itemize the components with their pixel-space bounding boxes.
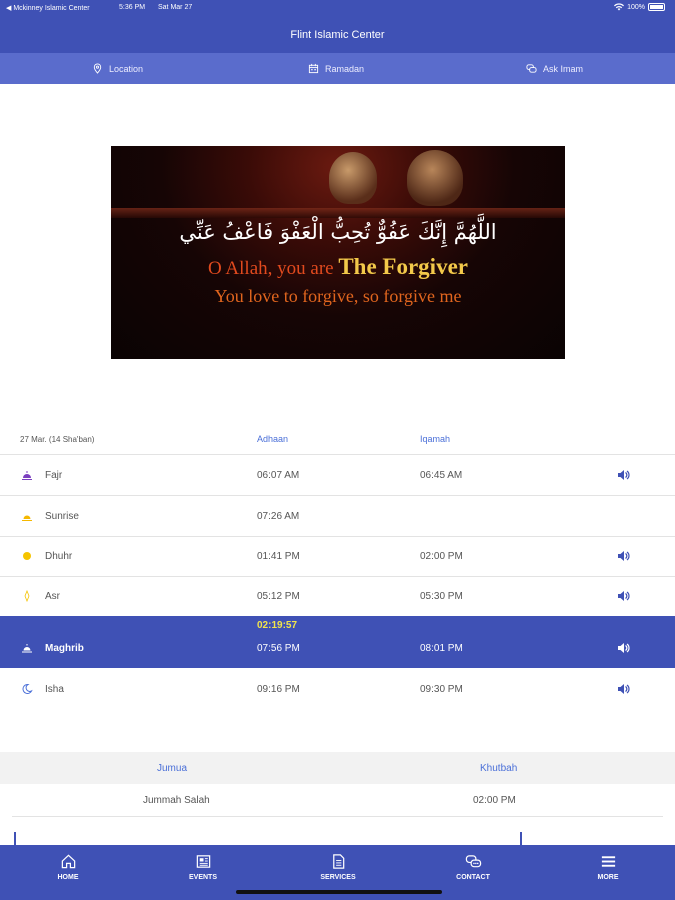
adhaan-time: 05:12 PM [257,591,300,602]
speaker-icon[interactable] [616,468,630,482]
sun-icon [23,552,31,560]
adhaan-time: 09:16 PM [257,684,300,695]
banner-line-1: O Allah, you are The Forgiver [111,254,565,280]
iqamah-time: 06:45 AM [420,470,463,481]
page-title: Flint Islamic Center [290,29,385,41]
battery-icon [648,3,665,11]
iqamah-time: 08:01 PM [420,643,463,654]
status-time: 5:36 PM [119,4,146,11]
chat-bubbles-icon [465,855,481,868]
khutbah-time: 02:00 PM [473,795,516,806]
prayer-row-fajr[interactable]: Fajr 06:07 AM 06:45 AM [0,455,675,495]
location-button[interactable]: Location [92,63,143,74]
ramadan-label: Ramadan [325,63,365,74]
speaker-icon[interactable] [616,549,630,563]
map-pin-icon [93,63,102,74]
prayer-name: Fajr [45,470,63,481]
prayer-row-maghrib[interactable]: 02:19:57 Maghrib 07:56 PM 08:01 PM [0,616,675,668]
wifi-icon [614,3,625,11]
jumua-name: Jummah Salah [143,795,210,806]
status-date: Sat Mar 27 [158,4,193,11]
prayer-name: Maghrib [45,643,84,654]
battery-percent: 100% [627,3,645,11]
prayer-row-isha[interactable]: Isha 09:16 PM 09:30 PM [0,669,675,709]
ask-imam-label: Ask Imam [543,63,584,74]
hijri-date: 27 Mar. (14 Sha'ban) [20,435,95,444]
tab-services-label: SERVICES [320,874,356,881]
prayer-row-dhuhr[interactable]: Dhuhr 01:41 PM 02:00 PM [0,536,675,576]
banner-line-2: You love to forgive, so forgive me [214,286,462,306]
calendar-icon [308,63,319,74]
adhaan-time: 01:41 PM [257,551,300,562]
tab-contact[interactable]: CONTACT [433,853,513,881]
chat-icon [526,64,537,73]
banner-line-1-emphasis: The Forgiver [338,254,468,279]
iqamah-column-header: Iqamah [420,434,451,444]
prayer-row-sunrise[interactable]: Sunrise 07:26 AM [0,496,675,536]
status-bar: ◀ Mckinney Islamic Center 5:36 PM Sat Ma… [0,0,675,16]
iqamah-time: 05:30 PM [420,591,463,602]
home-icon [61,854,75,869]
prayer-name: Dhuhr [45,551,73,562]
app-root: ◀ Mckinney Islamic Center 5:36 PM Sat Ma… [0,0,675,900]
adhaan-time: 06:07 AM [257,470,300,481]
status-right: 100% [614,3,665,11]
top-header: ◀ Mckinney Islamic Center 5:36 PM Sat Ma… [0,0,675,53]
tab-more-label: MORE [597,874,619,881]
banner-figure-right [407,150,463,206]
location-label: Location [109,63,144,74]
tab-home[interactable]: HOME [28,853,108,881]
banner-arabic-text: اللَّهُمَّ إِنَّكَ عَفُوٌّ تُحِبُّ الْعَ… [179,220,497,244]
banner-ledge [111,208,565,218]
tab-contact-label: CONTACT [456,874,490,881]
back-to-app-link[interactable]: ◀ Mckinney Islamic Center [6,4,90,12]
document-icon [332,854,344,869]
prayer-name: Sunrise [45,511,79,522]
speaker-icon[interactable] [616,589,630,603]
ask-imam-button[interactable]: Ask Imam [526,63,583,74]
dua-banner-image: اللَّهُمَّ إِنَّكَ عَفُوٌّ تُحِبُّ الْعَ… [111,146,565,359]
prayer-name: Isha [45,684,64,695]
adhaan-time: 07:26 AM [257,511,300,522]
jumua-table-header: Jumua Khutbah [0,752,675,784]
home-indicator[interactable] [236,890,442,894]
hamburger-menu-icon [601,856,615,867]
next-prayer-countdown: 02:19:57 [257,620,298,631]
iqamah-time: 09:30 PM [420,684,463,695]
dawn-icon [22,471,32,480]
tab-events[interactable]: EVENTS [163,853,243,881]
iqamah-time: 02:00 PM [420,551,463,562]
prayer-row-asr[interactable]: Asr 05:12 PM 05:30 PM [0,576,675,616]
tab-more[interactable]: MORE [568,853,648,881]
ramadan-button[interactable]: Ramadan [308,63,364,74]
sunset-icon [22,644,32,653]
tab-home-label: HOME [57,874,79,881]
tab-services[interactable]: SERVICES [298,853,378,881]
banner-line-1-prefix: O Allah, you are [208,258,339,279]
sunrise-icon [22,515,32,521]
prayer-table-header: 27 Mar. (14 Sha'ban) Adhaan Iqamah [0,430,675,454]
speaker-icon[interactable] [616,682,630,696]
jumua-row: Jummah Salah 02:00 PM [0,784,675,816]
khutbah-column-header: Khutbah [480,763,518,774]
sub-navigation: Location Ramadan Ask Imam [0,53,675,84]
banner-figure-left [329,152,377,204]
divider [12,816,663,817]
jumua-column-header: Jumua [157,763,188,774]
newspaper-icon [196,855,210,868]
moon-icon [22,683,33,694]
afternoon-icon [24,590,30,602]
tab-events-label: EVENTS [188,874,217,881]
adhaan-column-header: Adhaan [257,434,289,444]
prayer-name: Asr [45,591,60,602]
adhaan-time: 07:56 PM [257,643,300,654]
speaker-icon[interactable] [616,641,630,655]
